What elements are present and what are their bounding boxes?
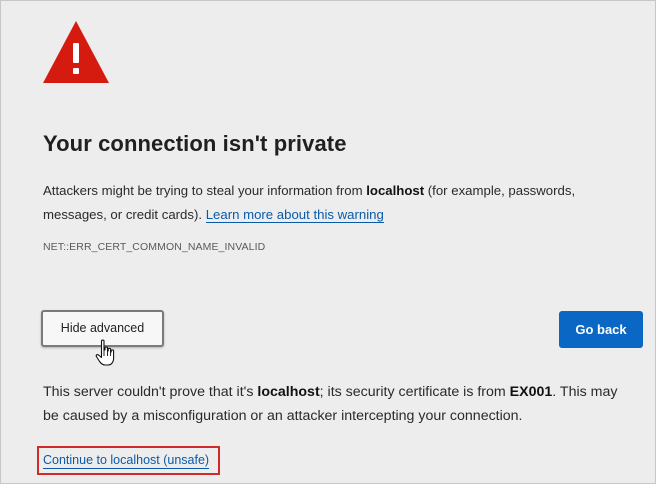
hand-pointer-cursor-icon	[95, 339, 115, 366]
warning-description: Attackers might be trying to steal your …	[43, 179, 628, 227]
warning-triangle-icon	[43, 21, 109, 83]
intro-text-1: Attackers might be trying to steal your …	[43, 183, 367, 198]
advanced-text-2: ; its security certificate is from	[319, 384, 510, 400]
page-title: Your connection isn't private	[43, 131, 347, 156]
advanced-host: localhost	[257, 384, 320, 400]
advanced-details: This server couldn't prove that it's loc…	[43, 380, 633, 428]
advanced-text-1: This server couldn't prove that it's	[43, 384, 258, 400]
learn-more-link[interactable]: Learn more about this warning	[205, 207, 384, 223]
go-back-button[interactable]: Go back	[559, 311, 643, 348]
proceed-unsafe-link[interactable]: Continue to localhost (unsafe)	[43, 452, 210, 469]
intro-host: localhost	[366, 183, 425, 198]
error-code: NET::ERR_CERT_COMMON_NAME_INVALID	[43, 241, 266, 253]
certificate-issuer: EX001	[509, 384, 553, 400]
